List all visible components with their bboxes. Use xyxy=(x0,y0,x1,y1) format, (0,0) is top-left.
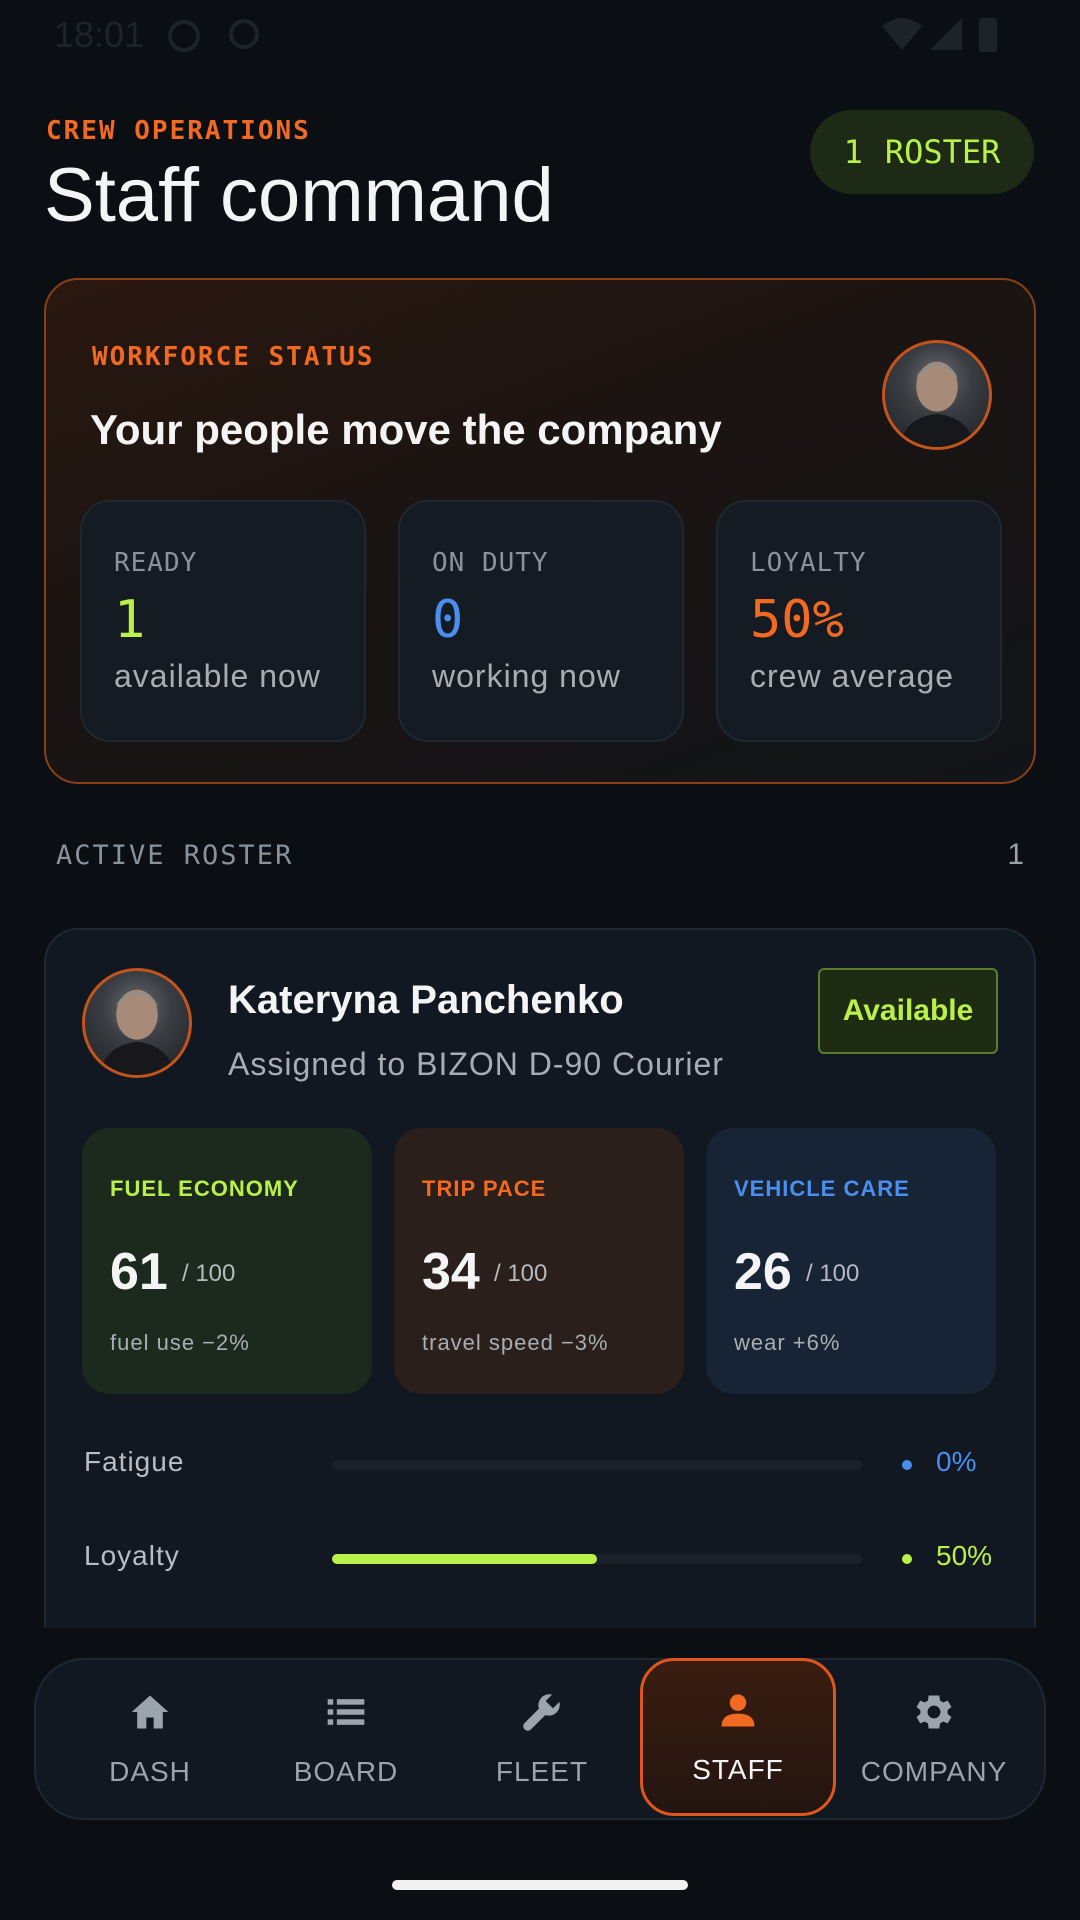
manager-avatar[interactable] xyxy=(882,340,992,450)
roster-count-pill[interactable]: 1 ROSTER xyxy=(810,110,1034,194)
header-eyebrow: CREW OPERATIONS xyxy=(46,116,311,146)
metric-trip-pace: TRIP PACE 34 / 100 travel speed −3% xyxy=(394,1128,684,1394)
workforce-eyebrow: WORKFORCE STATUS xyxy=(92,342,375,372)
crew-assignment: Assigned to BIZON D-90 Courier xyxy=(228,1046,724,1082)
loyalty-bar: Loyalty 50% xyxy=(84,1534,1004,1584)
nav-dash[interactable]: DASH xyxy=(52,1660,248,1818)
stat-loyalty: LOYALTY 50% crew average xyxy=(716,500,1002,742)
home-icon xyxy=(131,1695,169,1729)
bar-label: Fatigue xyxy=(84,1446,185,1477)
section-title: ACTIVE ROSTER xyxy=(56,840,294,871)
nav-fleet[interactable]: FLEET xyxy=(444,1660,640,1818)
crew-avatar xyxy=(82,968,192,1078)
roster-count: 1 xyxy=(843,133,863,171)
stat-caption: crew average xyxy=(750,658,955,694)
bar-label: Loyalty xyxy=(84,1540,180,1571)
sync-icon xyxy=(229,19,259,49)
wrench-icon xyxy=(523,1694,560,1731)
stat-caption: working now xyxy=(432,658,621,694)
bar-dot xyxy=(902,1554,912,1564)
stat-value: 50% xyxy=(750,590,844,650)
workforce-status-card: WORKFORCE STATUS Your people move the co… xyxy=(44,278,1036,784)
nav-label: DASH xyxy=(109,1756,191,1787)
metric-value: 34 xyxy=(422,1243,480,1301)
metric-max: / 100 xyxy=(494,1260,548,1287)
roster-label: ROSTER xyxy=(884,133,1001,171)
alarm-icon xyxy=(168,20,200,52)
metric-fuel-economy: FUEL ECONOMY 61 / 100 fuel use −2% xyxy=(82,1128,372,1394)
stat-ready: READY 1 available now xyxy=(80,500,366,742)
metric-value: 26 xyxy=(734,1243,792,1301)
page-title: Staff command xyxy=(44,153,554,238)
stat-caption: available now xyxy=(114,658,321,694)
stat-value: 1 xyxy=(114,590,146,650)
status-time: 18:01 xyxy=(54,14,145,55)
fatigue-bar: Fatigue 0% xyxy=(84,1440,1004,1490)
metric-vehicle-care: VEHICLE CARE 26 / 100 wear +6% xyxy=(706,1128,996,1394)
status-badge: Available xyxy=(818,968,998,1054)
metric-label: TRIP PACE xyxy=(422,1176,547,1201)
nav-label: STAFF xyxy=(692,1754,784,1785)
person-icon xyxy=(721,1694,755,1727)
stat-on-duty: ON DUTY 0 working now xyxy=(398,500,684,742)
metric-note: travel speed −3% xyxy=(422,1330,609,1355)
section-count: 1 xyxy=(1007,838,1024,871)
home-indicator[interactable] xyxy=(392,1880,688,1890)
nav-staff[interactable]: STAFF xyxy=(640,1658,836,1816)
metric-note: fuel use −2% xyxy=(110,1330,250,1355)
nav-company[interactable]: COMPANY xyxy=(836,1660,1032,1818)
nav-board[interactable]: BOARD xyxy=(248,1660,444,1818)
stat-label: LOYALTY xyxy=(750,548,867,578)
metric-max: / 100 xyxy=(182,1260,236,1287)
status-bar: 18:01 xyxy=(0,0,1080,70)
bottom-nav: DASH BOARD FLEET STAFF COMPANY xyxy=(34,1658,1046,1820)
stat-value: 0 xyxy=(432,590,464,650)
signal-icon xyxy=(930,18,962,50)
metric-max: / 100 xyxy=(806,1260,860,1287)
crew-name: Kateryna Panchenko xyxy=(228,978,624,1022)
stat-label: ON DUTY xyxy=(432,548,549,578)
metric-note: wear +6% xyxy=(734,1330,841,1355)
bar-percent: 0% xyxy=(936,1446,977,1477)
nav-label: BOARD xyxy=(293,1756,399,1787)
wifi-icon xyxy=(882,18,922,50)
workforce-headline: Your people move the company xyxy=(90,406,722,453)
stat-label: READY xyxy=(114,548,198,578)
list-icon xyxy=(327,1699,365,1725)
bar-track xyxy=(332,1554,862,1564)
nav-label: COMPANY xyxy=(860,1756,1008,1787)
metric-label: FUEL ECONOMY xyxy=(110,1176,299,1201)
crew-card[interactable]: Kateryna Panchenko Assigned to BIZON D-9… xyxy=(44,928,1036,1628)
bar-fill xyxy=(332,1554,597,1564)
nav-label: FLEET xyxy=(495,1756,589,1787)
gear-icon xyxy=(916,1695,952,1729)
battery-icon xyxy=(979,18,997,52)
bar-percent: 50% xyxy=(936,1540,993,1571)
bar-track xyxy=(332,1460,862,1470)
metric-label: VEHICLE CARE xyxy=(734,1176,910,1201)
bar-dot xyxy=(902,1460,912,1470)
metric-value: 61 xyxy=(110,1243,168,1301)
